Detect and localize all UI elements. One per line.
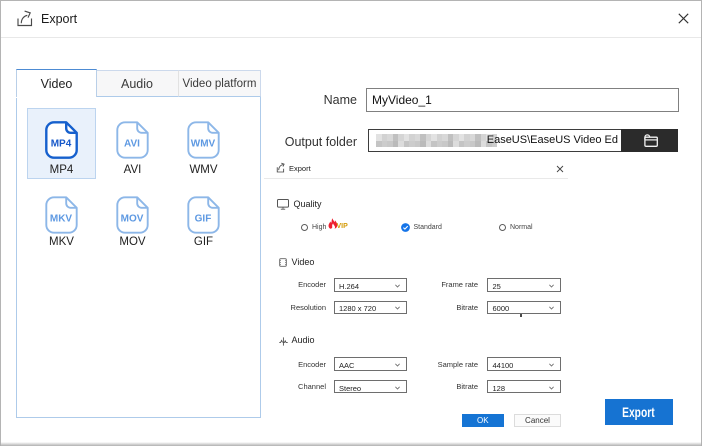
svg-text:MP4: MP4: [51, 139, 72, 150]
svg-text:MOV: MOV: [121, 213, 144, 224]
svg-text:GIF: GIF: [195, 213, 212, 224]
svg-text:MKV: MKV: [50, 213, 73, 224]
svg-text:AVI: AVI: [124, 139, 140, 150]
svg-text:WMV: WMV: [191, 139, 216, 150]
